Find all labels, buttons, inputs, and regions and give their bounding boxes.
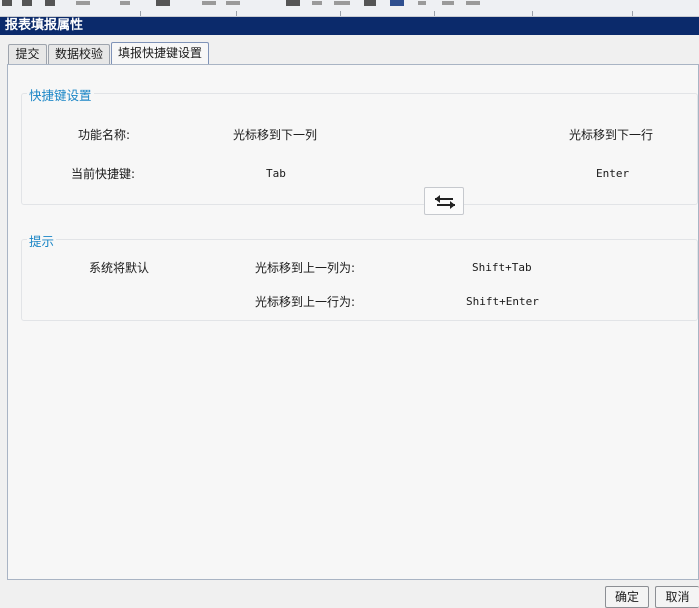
tab-submit[interactable]: 提交	[8, 44, 47, 64]
tab-content-panel: 快捷键设置 功能名称: 光标移到下一列 光标移到下一行 当前快捷键: Tab E…	[7, 64, 699, 580]
image-icon[interactable]	[390, 0, 404, 6]
sort-icon[interactable]	[312, 1, 322, 5]
line-style-icon[interactable]	[156, 0, 170, 6]
align-left-icon[interactable]	[2, 0, 12, 6]
shortcut-settings-group: 快捷键设置 功能名称: 光标移到下一列 光标移到下一行 当前快捷键: Tab E…	[21, 85, 698, 205]
bar-chart-icon[interactable]	[364, 0, 376, 6]
system-default-label: 系统将默认	[89, 261, 150, 275]
tab-data-validation[interactable]: 数据校验	[48, 44, 110, 64]
ok-button[interactable]: 确定	[605, 586, 649, 608]
ruler-tick	[632, 11, 633, 16]
ruler-tick	[434, 11, 435, 16]
prev-row-key: Shift+Enter	[466, 295, 539, 308]
swap-arrows-icon	[435, 195, 455, 209]
pen-icon[interactable]	[418, 1, 426, 5]
swap-shortcuts-button[interactable]	[424, 187, 464, 215]
cell-icon[interactable]	[202, 1, 216, 5]
ruler-tick	[140, 11, 141, 16]
tab-fill-shortcut-settings[interactable]: 填报快捷键设置	[111, 42, 209, 64]
ruler-tick	[340, 11, 341, 16]
cancel-button[interactable]: 取消	[655, 586, 699, 608]
prev-column-label: 光标移到上一列为:	[255, 261, 356, 275]
document-icon[interactable]	[442, 1, 454, 5]
filter-icon[interactable]	[334, 1, 350, 5]
shortcut-key-next-row: Enter	[596, 167, 630, 180]
ruler-tick	[532, 11, 533, 16]
border-icon[interactable]	[76, 1, 90, 5]
prev-column-key: Shift+Tab	[472, 261, 532, 274]
current-shortcut-label: 当前快捷键:	[71, 167, 136, 181]
chart-icon[interactable]	[286, 0, 300, 6]
app-toolbar	[0, 0, 699, 17]
dialog-title: 报表填报属性	[0, 17, 699, 35]
shortcut-key-next-column: Tab	[266, 167, 286, 180]
font-size-icon[interactable]	[120, 1, 130, 5]
function-next-column: 光标移到下一列	[233, 128, 318, 142]
report-fill-properties-dialog: 提交 数据校验 填报快捷键设置 快捷键设置 功能名称: 光标移到下一列 光标移到…	[0, 35, 699, 608]
merge-icon[interactable]	[226, 1, 240, 5]
function-name-label: 功能名称:	[78, 128, 131, 142]
prev-row-label: 光标移到上一行为:	[255, 295, 356, 309]
hint-group: 提示 系统将默认 光标移到上一列为: Shift+Tab 光标移到上一行为: S…	[21, 231, 698, 321]
group-title: 提示	[27, 231, 57, 250]
print-icon[interactable]	[466, 1, 480, 5]
ruler-tick	[236, 11, 237, 16]
function-next-row: 光标移到下一行	[569, 128, 654, 142]
align-right-icon[interactable]	[45, 0, 55, 6]
group-title: 快捷键设置	[27, 85, 94, 104]
align-center-icon[interactable]	[22, 0, 32, 6]
